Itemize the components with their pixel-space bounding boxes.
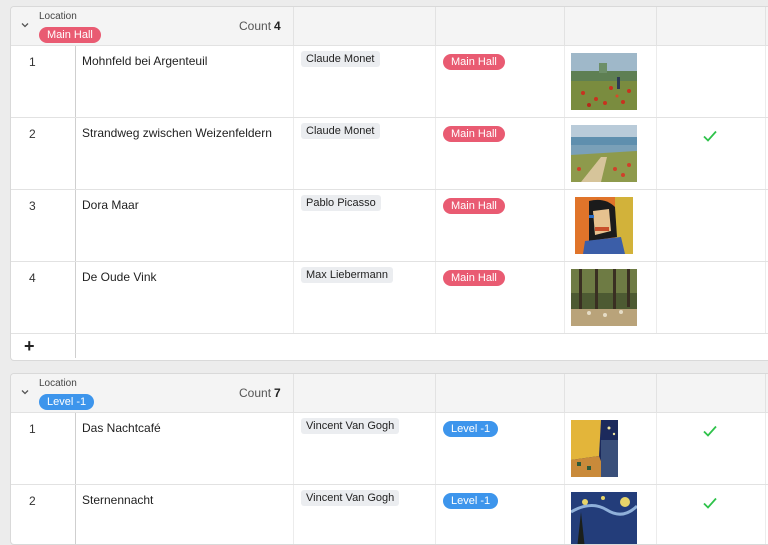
group-header[interactable]: Location Level -1 Count 7 xyxy=(11,374,768,413)
artist-chip[interactable]: Claude Monet xyxy=(301,51,380,67)
artwork-title[interactable]: Dora Maar xyxy=(82,198,139,212)
location-pill[interactable]: Level -1 xyxy=(443,493,499,509)
artwork-thumbnail[interactable] xyxy=(575,197,633,254)
artwork-title[interactable]: Das Nachtcafé xyxy=(82,421,161,435)
group-value-pill: Level -1 xyxy=(39,394,95,410)
chevron-down-icon[interactable] xyxy=(19,19,31,31)
artist-chip[interactable]: Vincent Van Gogh xyxy=(301,418,400,434)
group-level-minus-1: Location Level -1 Count 7 1 Das Nachtcafé… xyxy=(10,373,768,545)
artwork-thumbnail[interactable] xyxy=(571,492,637,545)
checkmark-icon[interactable] xyxy=(702,128,718,144)
group-main-hall: Location Main Hall Count 4 1 Mohnfeld bei… xyxy=(10,6,768,361)
location-pill[interactable]: Level -1 xyxy=(443,421,499,437)
table-row[interactable]: 4 De Oude Vink Max Liebermann Main Hall xyxy=(11,262,768,334)
add-record-row[interactable]: + xyxy=(11,334,768,358)
group-count: Count 4 xyxy=(239,19,281,33)
group-field-label: Location xyxy=(39,11,77,22)
row-number: 1 xyxy=(29,422,36,436)
artist-chip[interactable]: Vincent Van Gogh xyxy=(301,490,400,506)
artwork-thumbnail[interactable] xyxy=(571,420,618,477)
table-row[interactable]: 2 Strandweg zwischen Weizenfeldern Claud… xyxy=(11,118,768,190)
location-pill[interactable]: Main Hall xyxy=(443,198,505,214)
artist-chip[interactable]: Pablo Picasso xyxy=(301,195,381,211)
group-field-label: Location xyxy=(39,378,77,389)
group-header[interactable]: Location Main Hall Count 4 xyxy=(11,7,768,46)
artwork-thumbnail[interactable] xyxy=(571,53,637,110)
group-count: Count 7 xyxy=(239,386,281,400)
artist-chip[interactable]: Max Liebermann xyxy=(301,267,393,283)
row-number: 3 xyxy=(29,199,36,213)
artist-chip[interactable]: Claude Monet xyxy=(301,123,380,139)
group-value-pill: Main Hall xyxy=(39,27,101,43)
table-row[interactable]: 1 Das Nachtcafé Vincent Van Gogh Level -… xyxy=(11,413,768,485)
location-pill[interactable]: Main Hall xyxy=(443,126,505,142)
row-number: 4 xyxy=(29,271,36,285)
plus-icon[interactable]: + xyxy=(24,337,35,355)
table-row[interactable]: 2 Sternennacht Vincent Van Gogh Level -1 xyxy=(11,485,768,545)
row-number: 2 xyxy=(29,127,36,141)
row-number: 1 xyxy=(29,55,36,69)
table-row[interactable]: 1 Mohnfeld bei Argenteuil Claude Monet M… xyxy=(11,46,768,118)
artwork-title[interactable]: Mohnfeld bei Argenteuil xyxy=(82,54,207,68)
checkmark-icon[interactable] xyxy=(702,423,718,439)
location-pill[interactable]: Main Hall xyxy=(443,270,505,286)
artwork-thumbnail[interactable] xyxy=(571,125,637,182)
artwork-title[interactable]: Strandweg zwischen Weizenfeldern xyxy=(82,126,272,140)
location-pill[interactable]: Main Hall xyxy=(443,54,505,70)
artwork-title[interactable]: Sternennacht xyxy=(82,493,153,507)
artwork-title[interactable]: De Oude Vink xyxy=(82,270,157,284)
table-row[interactable]: 3 Dora Maar Pablo Picasso Main Hall xyxy=(11,190,768,262)
artwork-thumbnail[interactable] xyxy=(571,269,637,326)
chevron-down-icon[interactable] xyxy=(19,386,31,398)
checkmark-icon[interactable] xyxy=(702,495,718,511)
row-number: 2 xyxy=(29,494,36,508)
